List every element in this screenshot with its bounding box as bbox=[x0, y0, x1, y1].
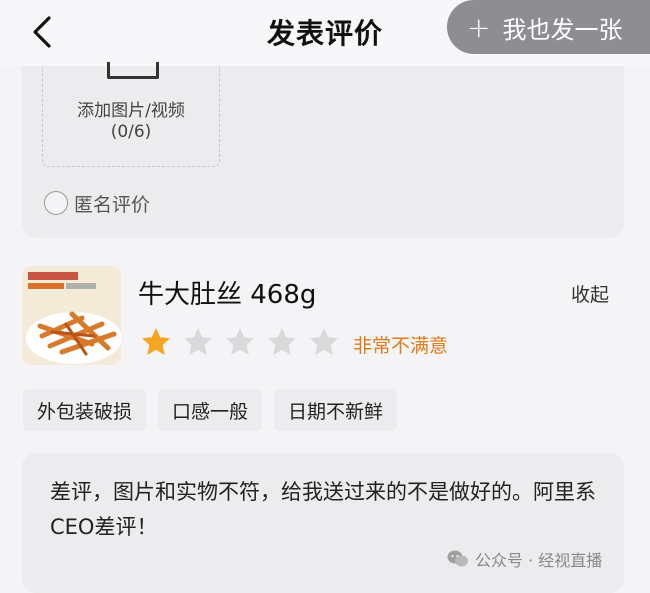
tag-list: 外包装破损 口感一般 日期不新鲜 bbox=[23, 389, 398, 431]
camera-icon bbox=[107, 62, 159, 79]
comment-input[interactable]: 差评，图片和实物不符，给我送过来的不是做好的。阿里系CEO差评！ bbox=[22, 453, 624, 593]
post-photo-label: 我也发一张 bbox=[502, 15, 623, 44]
star-icon[interactable] bbox=[266, 326, 298, 358]
rating-text: 非常不满意 bbox=[353, 335, 449, 357]
star-icon[interactable] bbox=[308, 326, 340, 358]
tag-chip[interactable]: 口感一般 bbox=[158, 389, 263, 431]
watermark-text: 公众号 · 经视直播 bbox=[475, 551, 603, 570]
wechat-icon bbox=[447, 550, 468, 567]
media-count: (0/6) bbox=[110, 122, 152, 142]
star-icon[interactable] bbox=[140, 326, 172, 358]
add-media-label: 添加图片/视频 bbox=[77, 101, 185, 121]
top-bar: 发表评价 + 我也发一张 bbox=[0, 0, 650, 66]
comment-text: 差评，图片和实物不符，给我送过来的不是做好的。阿里系CEO差评！ bbox=[50, 480, 596, 539]
radio-icon[interactable] bbox=[44, 191, 68, 215]
product-name: 牛大肚丝 468g bbox=[138, 280, 317, 310]
media-upload-card: 添加图片/视频 (0/6) 匿名评价 bbox=[22, 62, 624, 238]
plus-icon: + bbox=[467, 10, 491, 44]
anonymous-review-label: 匿名评价 bbox=[74, 193, 151, 216]
collapse-button[interactable]: 收起 bbox=[571, 280, 609, 307]
star-icon[interactable] bbox=[182, 326, 214, 358]
post-photo-button[interactable]: + 我也发一张 bbox=[447, 0, 650, 54]
star-rating bbox=[140, 326, 340, 358]
tag-chip[interactable]: 日期不新鲜 bbox=[274, 389, 398, 431]
watermark: 公众号 · 经视直播 bbox=[447, 547, 602, 571]
tag-chip[interactable]: 外包装破损 bbox=[23, 389, 147, 431]
add-media-button[interactable]: 添加图片/视频 (0/6) bbox=[42, 62, 220, 167]
anonymous-review-toggle[interactable]: 匿名评价 bbox=[44, 188, 150, 218]
product-thumbnail bbox=[22, 266, 121, 365]
star-icon[interactable] bbox=[224, 326, 256, 358]
